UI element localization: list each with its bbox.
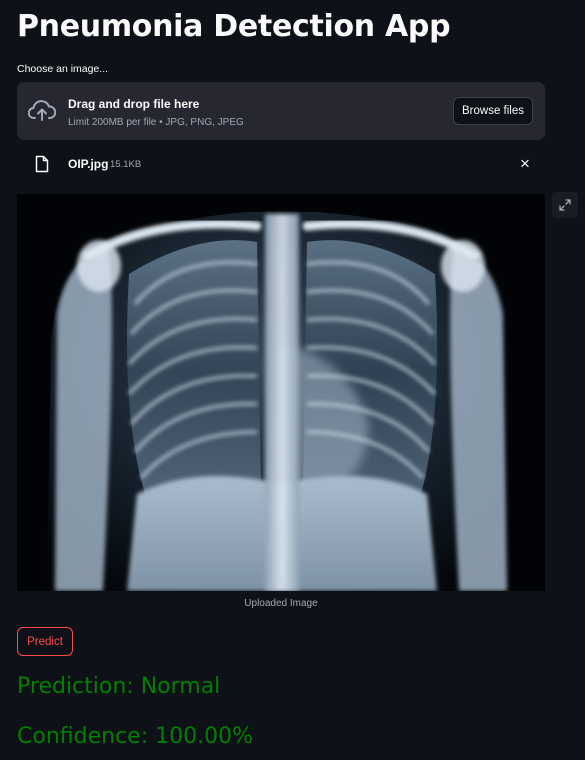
confidence-result: Confidence: 100.00%	[17, 724, 253, 749]
cloud-upload-icon	[28, 100, 56, 121]
browse-files-button[interactable]: Browse files	[453, 97, 533, 125]
uploaded-file-row: OIP.jpg 15.1KB ×	[17, 148, 545, 180]
dropzone-title: Drag and drop file here	[68, 97, 200, 111]
page-title: Pneumonia Detection App	[17, 9, 451, 44]
file-dropzone[interactable]: Drag and drop file here Limit 200MB per …	[17, 82, 545, 140]
fullscreen-icon	[559, 199, 571, 211]
file-size: 15.1KB	[110, 159, 142, 170]
dropzone-limit-text: Limit 200MB per file • JPG, PNG, JPEG	[68, 117, 244, 128]
app-page: Pneumonia Detection App Choose an image.…	[0, 0, 585, 760]
fullscreen-button[interactable]	[552, 192, 578, 218]
chest-xray-image	[17, 194, 545, 591]
file-name: OIP.jpg	[68, 157, 109, 171]
close-icon[interactable]: ×	[518, 155, 532, 173]
predict-button[interactable]: Predict	[17, 627, 73, 656]
prediction-result: Prediction: Normal	[17, 674, 221, 699]
uploader-label: Choose an image...	[17, 63, 109, 75]
file-icon	[35, 155, 49, 173]
image-caption: Uploaded Image	[244, 598, 318, 609]
